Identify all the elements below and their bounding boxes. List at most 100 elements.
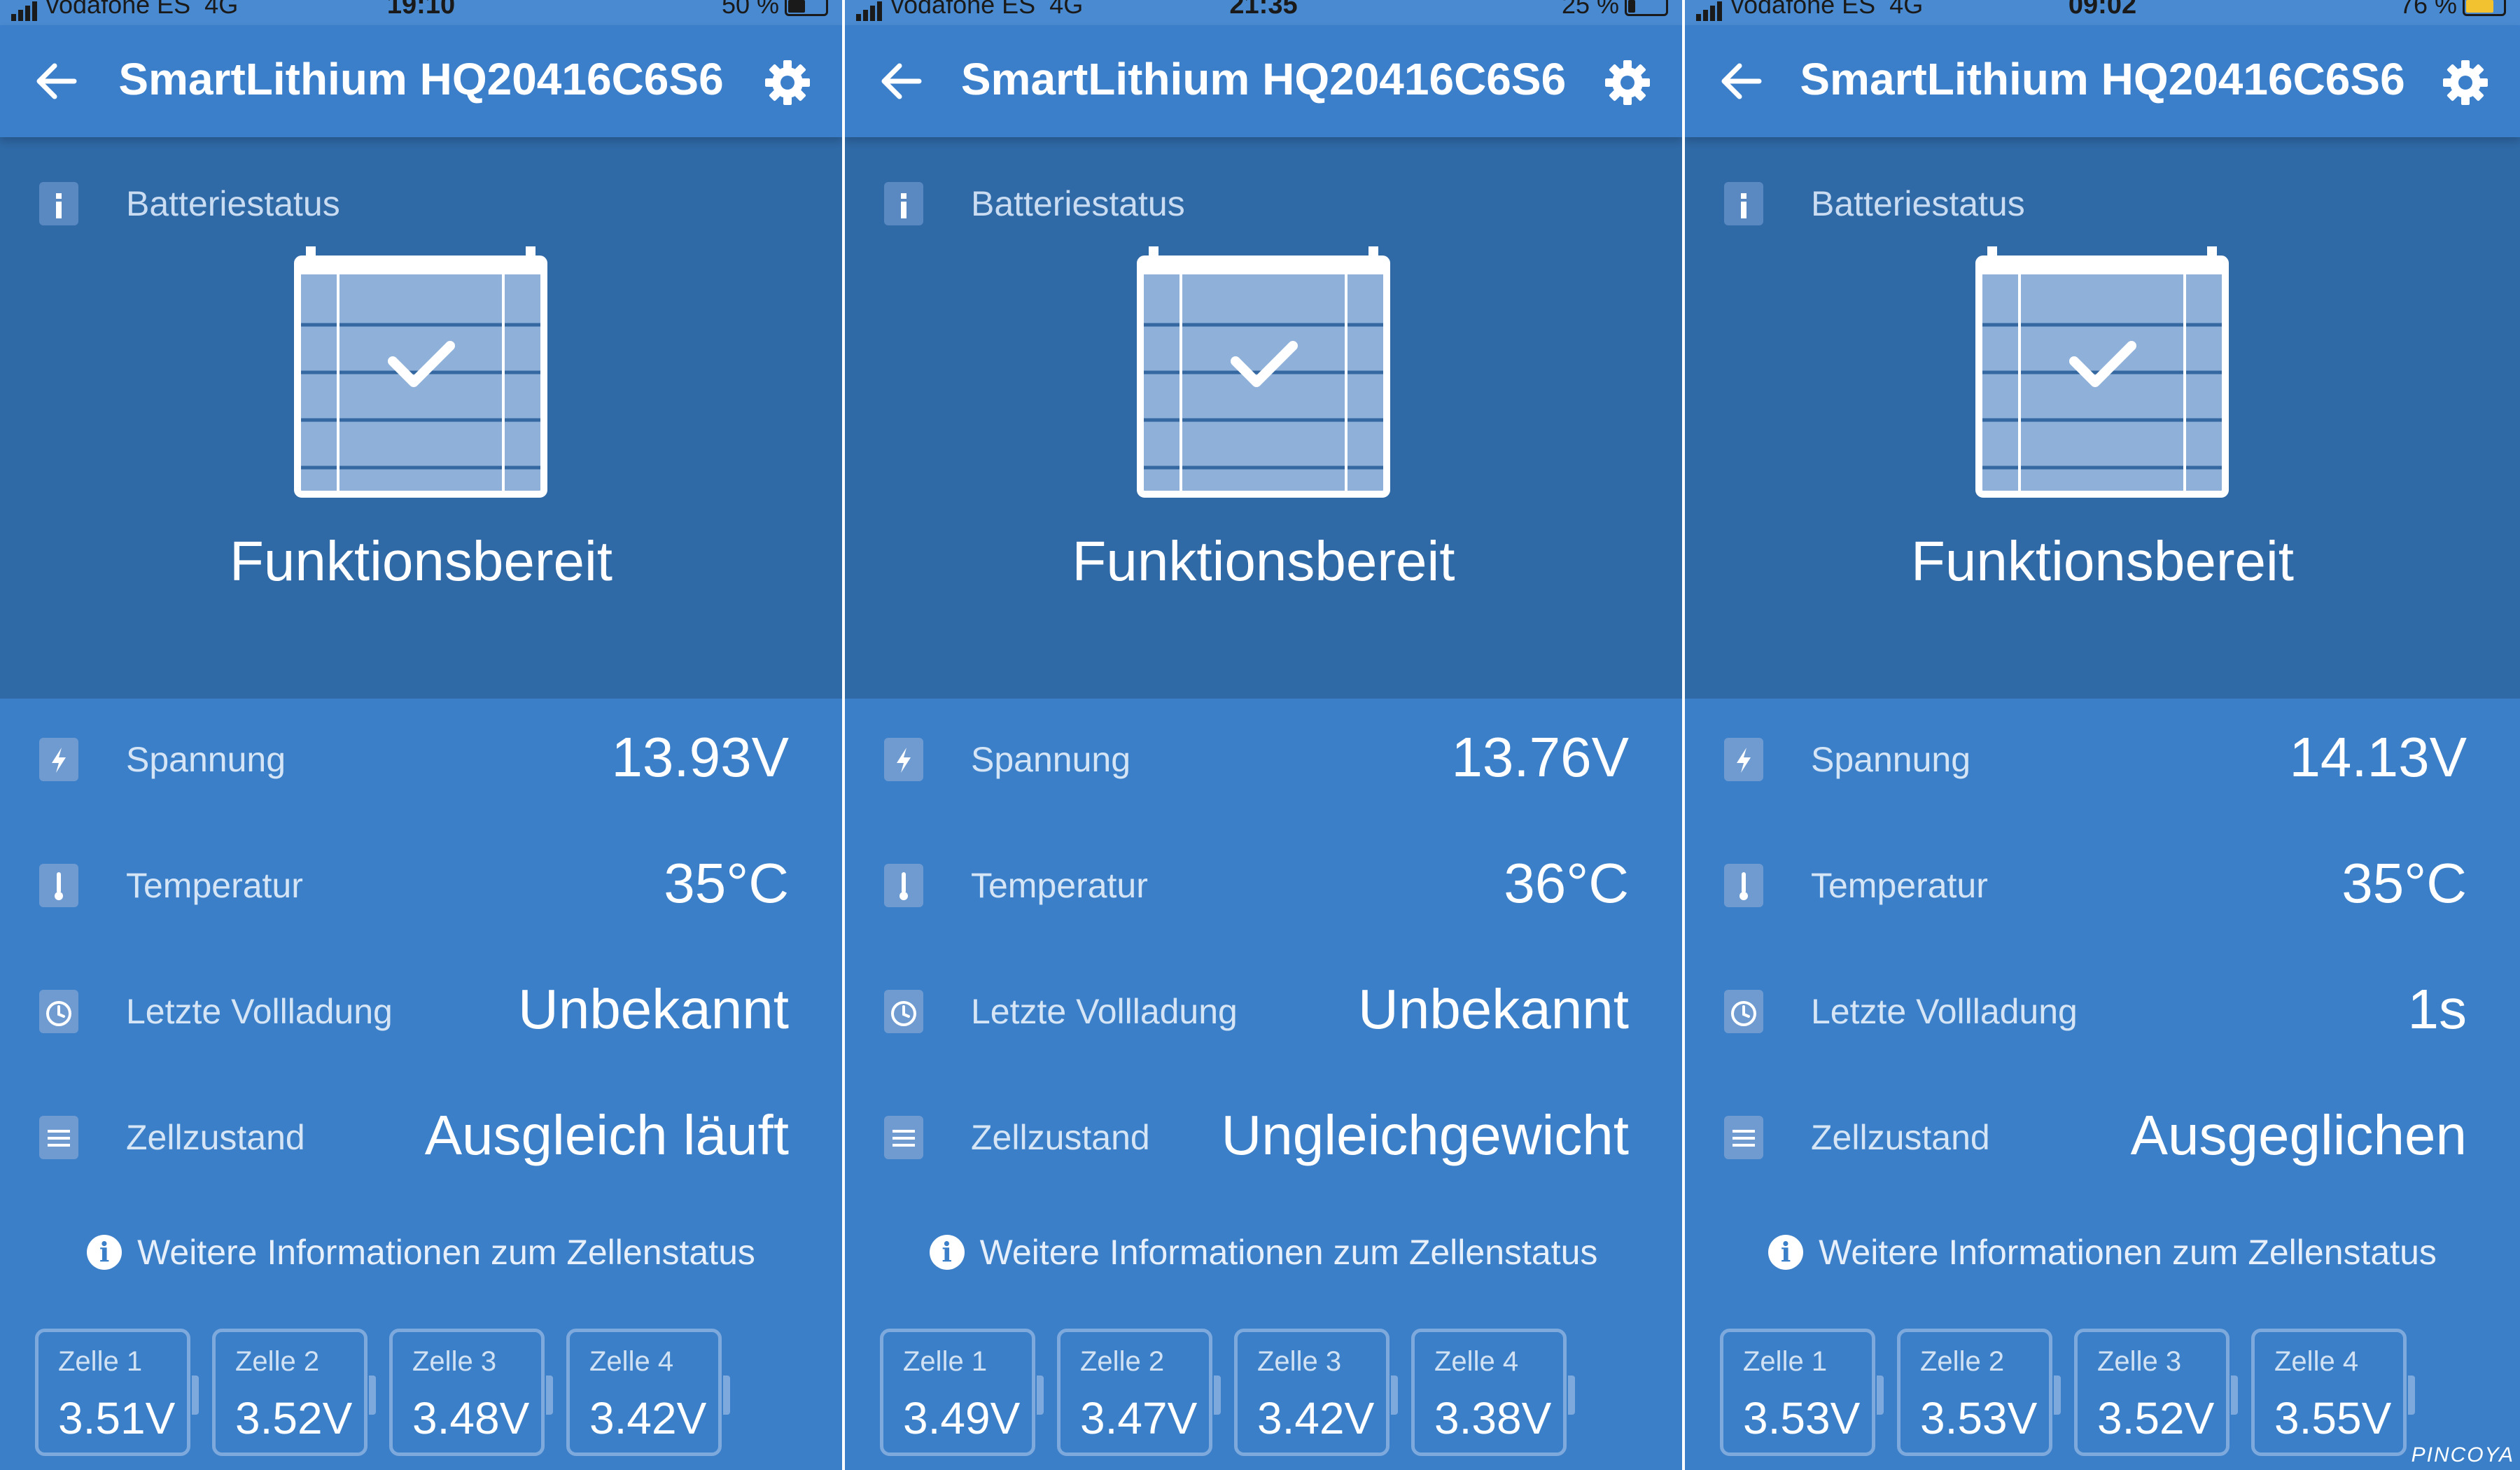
cell-state-value: Ausgleich läuft: [424, 1104, 789, 1166]
clock-icon: [884, 990, 923, 1033]
cell-voltage: 3.49V: [903, 1393, 1021, 1443]
gear-icon[interactable]: [1602, 57, 1653, 108]
cell-state-label: Zellzustand: [126, 1118, 305, 1157]
phone-screen: vodafone ES 4G 09:02 76 % SmartLithium H…: [1685, 0, 2520, 1470]
cell-voltage: 3.51V: [58, 1393, 176, 1443]
battery-state-text: Funktionsbereit: [1072, 530, 1455, 592]
last-full-charge-row: Letzte Vollladung Unbekannt: [0, 959, 842, 1064]
cell-name: Zelle 4: [2274, 1346, 2359, 1377]
lines-icon: [1724, 1116, 1763, 1159]
device-title: SmartLithium HQ20416C6S6: [1800, 54, 2405, 104]
cell-info-text: Weitere Informationen zum Zellenstatus: [137, 1233, 755, 1272]
temperature-value: 36°C: [1504, 852, 1629, 914]
cell-name: Zelle 1: [903, 1346, 988, 1377]
cell-card: Zelle 1 3.53V: [1720, 1329, 1884, 1456]
cell-state-label: Zellzustand: [971, 1118, 1150, 1157]
cell-voltage: 3.42V: [589, 1393, 707, 1443]
status-time: 09:02: [2068, 0, 2137, 20]
temperature-label: Temperatur: [971, 866, 1148, 905]
arrow-left-icon[interactable]: [1718, 62, 1763, 101]
cell-voltage: 3.47V: [1080, 1393, 1198, 1443]
section-label: Batteriestatus: [971, 184, 1185, 223]
last-full-charge-row: Letzte Vollladung Unbekannt: [845, 959, 1682, 1064]
voltage-label: Spannung: [971, 740, 1131, 779]
phone-battery-icon: [785, 0, 828, 17]
cell-voltage: 3.42V: [1257, 1393, 1375, 1443]
cell-name: Zelle 3: [2097, 1346, 2182, 1377]
cell-card: Zelle 3 3.52V: [2074, 1329, 2238, 1456]
battery-status-section: Batteriestatus Funktionsbereit: [0, 137, 842, 699]
cell-info-link[interactable]: i Weitere Informationen zum Zellenstatus: [1685, 1232, 2520, 1281]
cell-name: Zelle 1: [1743, 1346, 1828, 1377]
phone-screen: vodafone ES 4G 19:10 50 % SmartLithium H…: [0, 0, 842, 1470]
lightning-icon: [1724, 738, 1763, 781]
cell-card: Zelle 1 3.51V: [35, 1329, 199, 1456]
voltage-row: Spannung 14.13V: [1685, 707, 2520, 812]
cell-name: Zelle 2: [235, 1346, 320, 1377]
battery-status-section: Batteriestatus Funktionsbereit: [845, 137, 1682, 699]
temperature-value: 35°C: [664, 852, 789, 914]
cell-card: Zelle 1 3.49V: [880, 1329, 1044, 1456]
battery-percent: 50 %: [721, 0, 779, 19]
battery-ok-icon: [294, 246, 547, 498]
last-full-charge-value: Unbekannt: [518, 978, 789, 1040]
cell-card: Zelle 4 3.38V: [1411, 1329, 1575, 1456]
temperature-row: Temperatur 35°C: [1685, 833, 2520, 938]
app-bar: SmartLithium HQ20416C6S6: [845, 25, 1682, 137]
cell-voltage: 3.55V: [2274, 1393, 2392, 1443]
cell-card: Zelle 2 3.53V: [1897, 1329, 2061, 1456]
panel-divider: [842, 0, 845, 1470]
cell-info-text: Weitere Informationen zum Zellenstatus: [979, 1233, 1598, 1272]
cell-card: Zelle 3 3.48V: [389, 1329, 553, 1456]
voltage-value: 13.76V: [1451, 726, 1629, 788]
gear-icon[interactable]: [762, 57, 813, 108]
cell-state-label: Zellzustand: [1811, 1118, 1990, 1157]
cell-voltage: 3.52V: [2097, 1393, 2215, 1443]
cell-card: Zelle 3 3.42V: [1234, 1329, 1398, 1456]
watermark: PINCOYA: [2411, 1443, 2514, 1466]
info-circle-icon: i: [1768, 1235, 1804, 1270]
cell-name: Zelle 4: [1434, 1346, 1519, 1377]
lightning-icon: [39, 738, 78, 781]
gear-icon[interactable]: [2440, 57, 2491, 108]
section-label: Batteriestatus: [1811, 184, 2025, 223]
last-full-charge-row: Letzte Vollladung 1s: [1685, 959, 2520, 1064]
status-time: 19:10: [386, 0, 456, 20]
cell-info-link[interactable]: i Weitere Informationen zum Zellenstatus: [0, 1232, 842, 1281]
last-full-charge-value: 1s: [2407, 978, 2468, 1040]
temperature-label: Temperatur: [1811, 866, 1988, 905]
status-bar: vodafone ES 4G 21:35 25 %: [845, 0, 1682, 25]
battery-percent: 76 %: [2399, 0, 2457, 19]
app-bar: SmartLithium HQ20416C6S6: [1685, 25, 2520, 137]
cell-state-row: Zellzustand Ausgeglichen: [1685, 1085, 2520, 1190]
cell-name: Zelle 4: [589, 1346, 674, 1377]
battery-state-text: Funktionsbereit: [1911, 530, 2294, 592]
last-full-charge-value: Unbekannt: [1358, 978, 1629, 1040]
arrow-left-icon[interactable]: [878, 62, 923, 101]
device-title: SmartLithium HQ20416C6S6: [960, 54, 1567, 104]
battery-state-text: Funktionsbereit: [230, 530, 612, 592]
battery-ok-icon: [1137, 246, 1390, 498]
last-full-charge-label: Letzte Vollladung: [1811, 992, 2078, 1031]
cell-card: Zelle 2 3.47V: [1057, 1329, 1221, 1456]
voltage-row: Spannung 13.76V: [845, 707, 1682, 812]
arrow-left-icon[interactable]: [34, 62, 78, 101]
device-title: SmartLithium HQ20416C6S6: [118, 54, 724, 104]
cell-card: Zelle 4 3.55V: [2251, 1329, 2415, 1456]
phone-battery-icon: [1625, 0, 1668, 17]
info-square-icon: [39, 182, 78, 225]
phone-screen: vodafone ES 4G 21:35 25 % SmartLithium H…: [845, 0, 1682, 1470]
battery-ok-icon: [1975, 246, 2229, 498]
cell-name: Zelle 3: [412, 1346, 497, 1377]
status-bar: vodafone ES 4G 09:02 76 %: [1685, 0, 2520, 25]
thermometer-icon: [1724, 864, 1763, 907]
clock-icon: [1724, 990, 1763, 1033]
cell-state-value: Ausgeglichen: [2130, 1104, 2467, 1166]
voltage-row: Spannung 13.93V: [0, 707, 842, 812]
thermometer-icon: [884, 864, 923, 907]
battery-status-section: Batteriestatus Funktionsbereit: [1685, 137, 2520, 699]
app-bar: SmartLithium HQ20416C6S6: [0, 25, 842, 137]
cell-info-link[interactable]: i Weitere Informationen zum Zellenstatus: [845, 1232, 1682, 1281]
cell-name: Zelle 1: [58, 1346, 143, 1377]
cell-voltage: 3.38V: [1434, 1393, 1552, 1443]
